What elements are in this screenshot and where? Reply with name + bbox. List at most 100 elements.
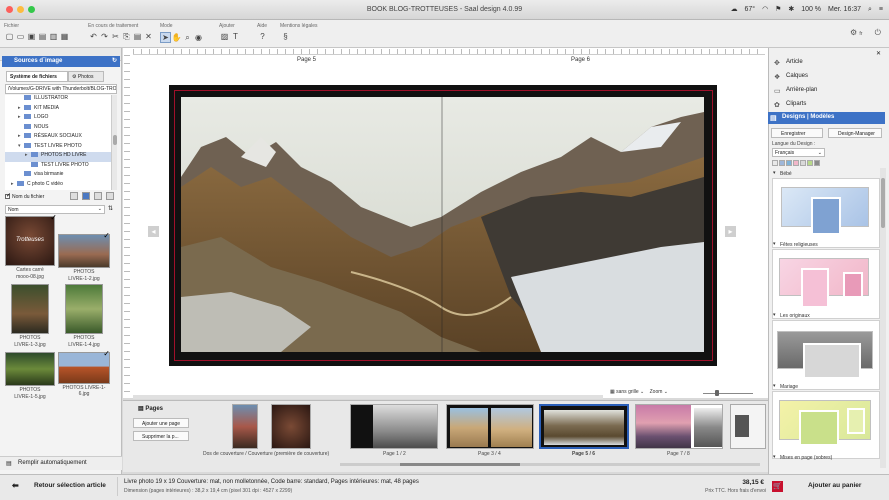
add-to-cart-button[interactable]: 🛒 Ajouter au panier xyxy=(768,477,886,496)
zoom-slider[interactable] xyxy=(703,393,753,394)
creative-cloud-icon[interactable]: ☁ xyxy=(731,6,738,13)
design-category-wedding[interactable]: Mariage xyxy=(772,383,880,459)
thumb-item[interactable]: ✓ PHOTOS LIVRE-1-2.jpg xyxy=(58,231,110,282)
color-swatch[interactable] xyxy=(793,160,799,166)
datetime[interactable]: Mer. 16:37 xyxy=(828,6,861,13)
tree-item[interactable]: ILLUSTRATOR xyxy=(5,95,111,105)
design-category-sober-layouts[interactable]: Mises en page (sobres) xyxy=(772,454,880,462)
language-flag[interactable]: fr xyxy=(859,31,862,37)
new-file-icon[interactable]: ▢ xyxy=(4,32,15,41)
design-category-religious[interactable]: Fêtes religieuses xyxy=(772,241,880,319)
design-manager-button[interactable]: Design-Manager xyxy=(828,128,882,138)
color-swatch[interactable] xyxy=(786,160,792,166)
design-category-baby[interactable]: Bébé xyxy=(772,170,880,248)
tree-item[interactable]: ▸ C photo C vidéo xyxy=(5,180,111,191)
wifi-icon[interactable]: ◠ xyxy=(762,6,768,13)
save-icon[interactable]: ▣ xyxy=(26,32,37,41)
view-large-button[interactable] xyxy=(70,192,78,200)
filename-toggle[interactable]: Nom du fichier xyxy=(5,192,44,200)
panel-item-background[interactable]: ▭ Arrière-plan xyxy=(772,85,885,97)
auto-fill-button[interactable]: ▤ Remplir automatiquement xyxy=(0,456,122,470)
legal-icon[interactable]: § xyxy=(280,32,291,41)
page-thumb-cover[interactable] xyxy=(271,404,311,449)
save-as-icon[interactable]: ▤ xyxy=(37,32,48,41)
color-swatch[interactable] xyxy=(779,160,785,166)
view-grid-button[interactable] xyxy=(82,192,90,200)
thumb-item[interactable]: Trotteuses ✓ Cartes carré mooo-08.jpg xyxy=(5,213,57,280)
tab-photos[interactable]: ⚙ Photos xyxy=(68,71,104,82)
color-swatch[interactable] xyxy=(800,160,806,166)
next-page-arrow[interactable]: ▸ xyxy=(725,226,736,237)
color-swatch[interactable] xyxy=(807,160,813,166)
zoom-label[interactable]: Zoom xyxy=(650,389,663,395)
path-field[interactable]: /Volumes/G-DRIVE with Thunderbolt/BLOG-T… xyxy=(5,84,117,94)
close-panel-icon[interactable]: ✕ xyxy=(876,50,881,57)
spread-photo[interactable] xyxy=(181,97,704,352)
search-icon[interactable]: ⌕ xyxy=(868,6,872,13)
eye-icon[interactable]: ◉ xyxy=(193,33,204,42)
page-thumb-1-2[interactable] xyxy=(350,404,438,449)
tree-item[interactable]: ▾ TEST LIVRE PHOTO xyxy=(5,142,111,153)
copy-icon[interactable]: ⎘ xyxy=(121,32,132,42)
export-icon[interactable]: ▦ xyxy=(59,32,70,41)
tree-item[interactable]: ▸ LOGO xyxy=(5,114,111,124)
tree-item[interactable]: ▸ RÉSEAUX SOCIAUX xyxy=(5,133,111,143)
add-text-icon[interactable]: T xyxy=(230,32,241,41)
redo-icon[interactable]: ↷ xyxy=(99,32,110,41)
zoom-icon[interactable]: ⌕ xyxy=(182,33,193,43)
panel-item-layers[interactable]: ❖ Calques xyxy=(772,71,885,83)
pages-scrollbar[interactable] xyxy=(340,463,760,466)
thumb-item[interactable]: PHOTOS LIVRE-1-3.jpg xyxy=(10,284,50,348)
print-icon[interactable]: ▥ xyxy=(48,32,59,41)
panel-item-article[interactable]: ✥ Article xyxy=(772,57,885,69)
page-thumb-3-4[interactable] xyxy=(446,404,534,449)
page-thumb-next[interactable] xyxy=(730,404,766,449)
cut-icon[interactable]: ✂ xyxy=(110,32,121,41)
design-language-select[interactable]: Français ⌄ xyxy=(772,148,825,157)
grid-select[interactable]: sans grille xyxy=(616,389,639,395)
undo-icon[interactable]: ↶ xyxy=(88,32,99,41)
thumb-item[interactable]: PHOTOS LIVRE-1-5.jpg xyxy=(5,352,55,400)
tree-item[interactable]: visa birmanie xyxy=(5,171,111,181)
price-note[interactable]: Prix TTC. Hors frais d'envoi xyxy=(700,488,766,494)
delete-page-button[interactable]: Supprimer la p... xyxy=(133,431,189,441)
bluetooth-icon[interactable]: ✱ xyxy=(788,6,794,13)
canvas-horizontal-scrollbar[interactable] xyxy=(133,395,603,399)
tree-item[interactable]: ▸ PHOTOS HD LIVRE xyxy=(5,152,111,162)
color-swatch[interactable] xyxy=(772,160,778,166)
add-image-icon[interactable]: ▨ xyxy=(219,32,230,41)
tree-item[interactable]: ▸ KIT MEDIA xyxy=(5,104,111,115)
refresh-icon[interactable]: ↻ xyxy=(112,57,117,64)
hand-icon[interactable]: ✋ xyxy=(171,33,182,42)
flag-icon[interactable]: ⚑ xyxy=(775,6,781,13)
view-small-button[interactable] xyxy=(94,192,102,200)
page-thumb-5-6[interactable] xyxy=(539,404,629,449)
zoom-slider-knob[interactable] xyxy=(715,390,719,396)
page-thumb-back-cover[interactable] xyxy=(232,404,258,449)
sort-order-icon[interactable]: ⇅ xyxy=(108,205,113,212)
previous-page-arrow[interactable]: ◂ xyxy=(148,226,159,237)
add-page-button[interactable]: Ajouter une page xyxy=(133,418,189,428)
tab-file-system[interactable]: Système de fichiers xyxy=(6,71,68,82)
settings-icon[interactable]: ⚙ xyxy=(850,28,857,37)
power-icon[interactable]: ⏻ xyxy=(875,28,881,37)
menu-list-icon[interactable]: ≡ xyxy=(879,6,883,13)
back-to-article-button[interactable]: ⬅ Retour sélection article xyxy=(4,477,118,496)
paste-icon[interactable]: ▤ xyxy=(132,32,143,41)
tree-item[interactable]: NOUS xyxy=(5,123,111,134)
color-swatch[interactable] xyxy=(814,160,820,166)
open-file-icon[interactable]: ▭ xyxy=(15,32,26,41)
pointer-icon[interactable]: ➤ xyxy=(160,32,171,43)
panel-item-designs[interactable]: ▤ Designs | Modèles xyxy=(768,112,885,124)
panel-item-cliparts[interactable]: ✿ Cliparts xyxy=(772,99,885,111)
thumb-item[interactable]: PHOTOS LIVRE-1-4.jpg xyxy=(64,284,104,348)
design-category-originals[interactable]: Les originaux xyxy=(772,312,880,390)
tree-item[interactable]: TEST LIVRE PHOTO xyxy=(5,161,111,172)
delete-icon[interactable]: ✕ xyxy=(143,32,154,41)
folder-tree-scrollbar[interactable] xyxy=(111,95,117,190)
designs-scrollbar[interactable] xyxy=(880,168,886,468)
help-icon[interactable]: ? xyxy=(257,32,268,41)
save-design-button[interactable]: Enregistrer xyxy=(771,128,823,138)
page-thumb-7-8[interactable] xyxy=(635,404,723,449)
thumb-item[interactable]: ✓ PHOTOS LIVRE-1-6.jpg xyxy=(58,349,110,397)
